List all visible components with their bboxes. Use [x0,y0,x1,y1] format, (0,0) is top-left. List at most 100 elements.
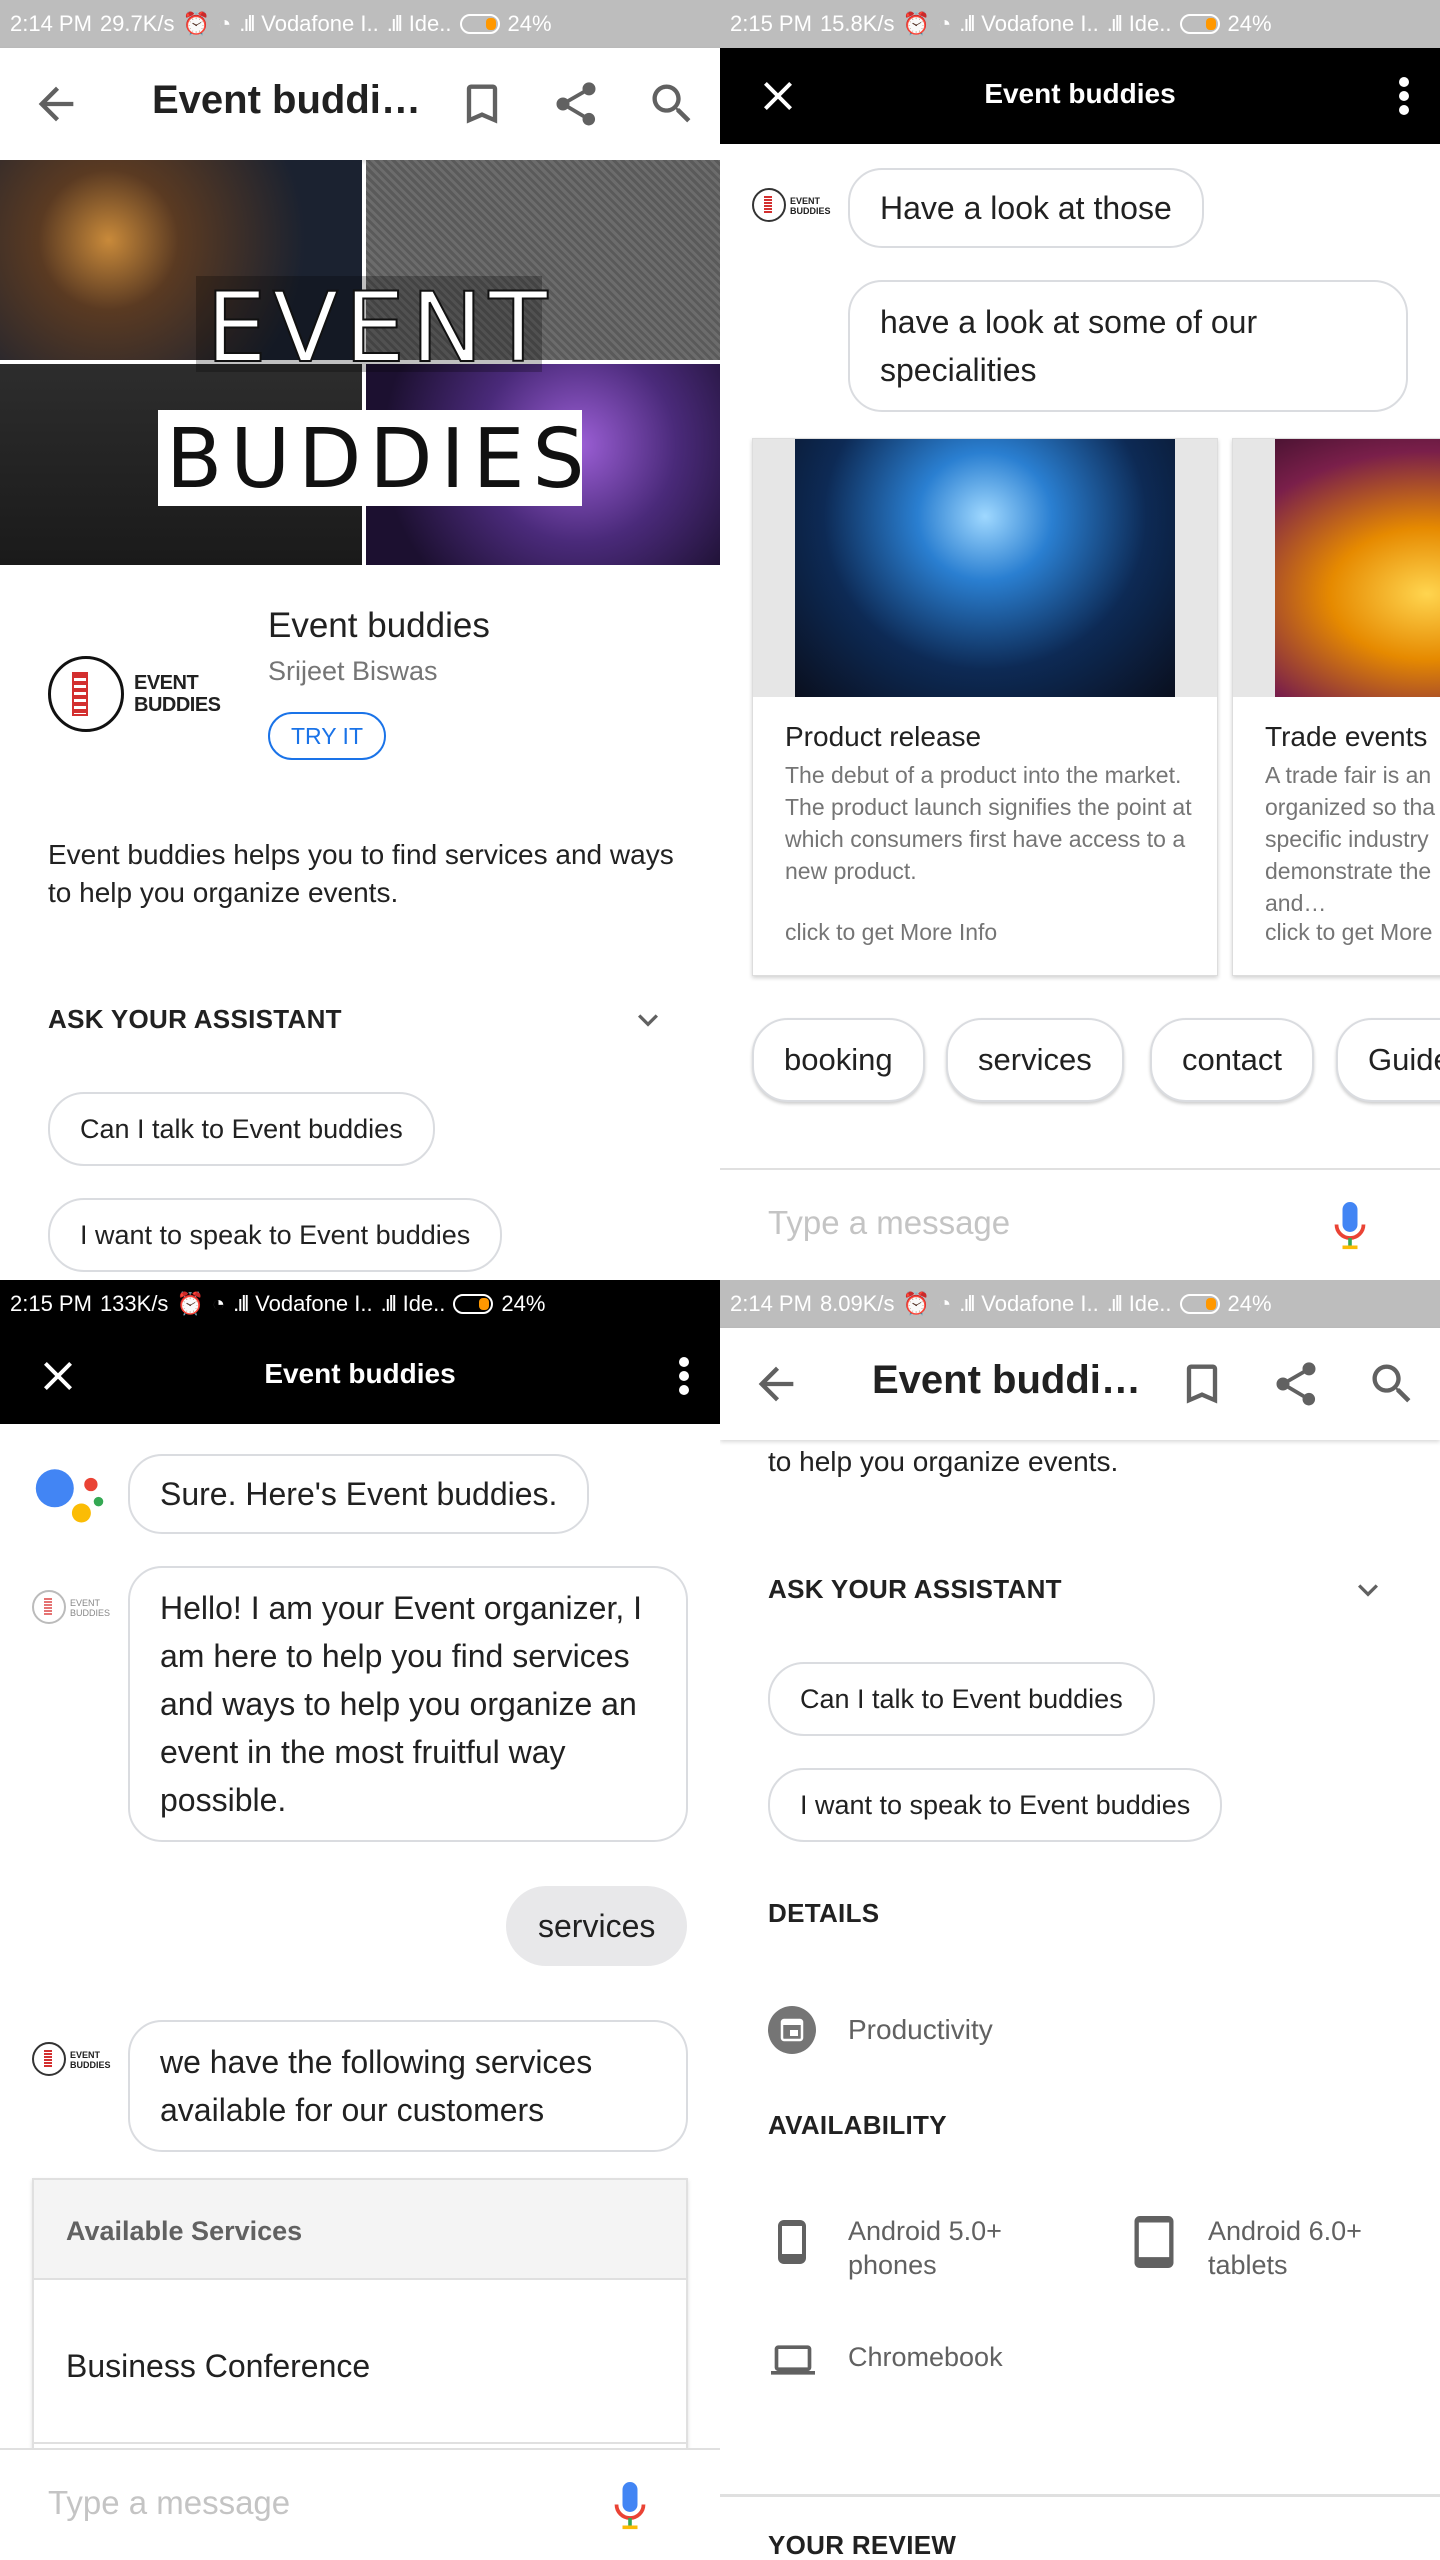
description-tail: to help you organize events. [768,1446,1119,1477]
platform-phones: Android 5.0+ phones [848,2216,1002,2280]
message-input[interactable]: Type a message [768,1204,1010,1242]
card-image [1275,439,1440,697]
alarm-icon: ⏰ [182,11,210,36]
productivity-icon [768,2006,816,2054]
search-icon[interactable] [646,78,698,130]
suggestion-chip[interactable]: contact [1150,1018,1314,1102]
status-time: 2:14 PM [10,11,92,36]
chat-services-panel: 2:15 PM 133K/s ⏰ ◔ .ıll Vodafone I.. .ıl… [0,1280,720,2560]
banner-title-buddies: BUDDIES [166,412,593,507]
app-bar: Event buddi… [0,48,720,160]
logo-text: EVENT [70,1598,101,1608]
services-list-card: Available Services Business Conference [32,2178,688,2478]
bookmark-icon[interactable] [456,78,508,130]
suggestion-chip[interactable]: Can I talk to Event buddies [768,1662,1155,1736]
status-speed: 29.7K/s [99,11,175,36]
card-link[interactable]: click to get More [1265,919,1432,946]
chat-title: Event buddies [984,78,1176,109]
signal-icon: .ıll [1106,1291,1123,1316]
wifi-icon: ◔ [937,1291,952,1316]
status-battery: 24% [1227,1291,1272,1316]
suggestion-chip[interactable]: Can I talk to Event buddies [48,1092,435,1166]
battery-icon [459,14,500,34]
status-bar: 2:14 PM 8.09K/s ⏰ ◔ .ıll Vodafone I.. .ı… [720,1280,1440,1328]
logo-text: BUDDIES [70,1608,111,1618]
message-input[interactable]: Type a message [48,2484,290,2522]
banner-image: EVENT BUDDIES [0,160,720,565]
signal-icon: .ıll [233,1291,249,1316]
list-header: Available Services [66,2216,303,2246]
card-title: Product release [785,721,982,752]
suggestion-chip[interactable]: I want to speak to Event buddies [768,1768,1223,1842]
chevron-down-icon[interactable] [628,1000,668,1040]
logo-text: BUDDIES [134,694,221,716]
store-page-top-panel: 2:14 PM 29.7K/s ⏰ ◔ .ıll Vodafone I.. .ı… [0,0,720,1280]
chat-header: Event buddies [0,1328,720,1424]
availability-heading: AVAILABILITY [768,2110,947,2140]
logo-text: BUDDIES [70,2060,111,2070]
wifi-icon: ◔ [217,11,232,36]
card-description: A trade fair is an organized so tha spec… [1265,762,1436,916]
chevron-down-icon[interactable] [1348,1570,1388,1610]
signal-icon: .ıll [239,11,255,36]
details-heading: DETAILS [768,1898,880,1928]
platform-tablets: Android 6.0+ tablets [1208,2216,1362,2280]
more-vert-icon[interactable] [676,1352,692,1400]
status-speed: 15.8K/s [819,11,895,36]
mic-icon[interactable] [1332,1198,1368,1254]
card-description: The debut of a product into the market. … [785,762,1192,884]
back-arrow-icon[interactable] [750,1358,802,1410]
status-time: 2:15 PM [10,1291,92,1316]
ask-assistant-heading: ASK YOUR ASSISTANT [48,1004,342,1034]
search-icon[interactable] [1366,1358,1418,1410]
signal-icon: .ıll [1106,11,1123,36]
wifi-icon: ◔ [937,11,952,36]
chat-header: Event buddies [720,48,1440,144]
app-logo: EVENT BUDDIES [48,650,228,732]
suggestion-chip[interactable]: Guide [1336,1018,1440,1102]
status-carrier: Ide.. [1128,11,1172,36]
suggestion-chip[interactable]: I want to speak to Event buddies [48,1198,503,1272]
try-it-button[interactable]: TRY IT [268,712,386,760]
platform-chromebook: Chromebook [848,2342,1003,2372]
ask-assistant-heading: ASK YOUR ASSISTANT [768,1574,1062,1604]
card-link[interactable]: click to get More Info [785,919,997,946]
share-icon[interactable] [550,78,602,130]
suggestion-chip[interactable]: booking [752,1018,925,1102]
signal-icon: .ıll [959,1291,975,1316]
status-carrier: Vodafone I.. [261,11,379,36]
message-input-bar: Type a message [0,2448,720,2560]
bot-message: Have a look at those [848,168,1204,248]
store-page-bottom-panel: 2:14 PM 8.09K/s ⏰ ◔ .ıll Vodafone I.. .ı… [720,1280,1440,2560]
battery-icon [1179,1294,1220,1314]
wifi-icon: ◔ [211,1291,226,1316]
bot-message: we have the following services available… [128,2020,688,2152]
mic-icon[interactable] [612,2478,648,2534]
card-image [795,439,1175,697]
google-assistant-icon [35,1469,104,1523]
status-speed: 133K/s [99,1291,169,1316]
status-time: 2:14 PM [730,1291,812,1316]
carousel-card[interactable]: Product release The debut of a product i… [752,438,1218,976]
category-label[interactable]: Productivity [848,2014,993,2046]
back-arrow-icon[interactable] [30,78,82,130]
status-carrier: Vodafone I.. [981,1291,1099,1316]
banner-title-event: EVENT [205,271,554,385]
signal-icon: .ıll [380,1291,397,1316]
list-item[interactable]: Business Conference [66,2348,370,2385]
bot-message: Hello! I am your Event organizer, I am h… [128,1566,688,1842]
status-carrier: Vodafone I.. [255,1291,373,1316]
your-review-heading: YOUR REVIEW [768,2530,957,2560]
status-carrier: Ide.. [1128,1291,1172,1316]
share-icon[interactable] [1270,1358,1322,1410]
suggestion-chip[interactable]: services [946,1018,1124,1102]
divider [720,2494,1440,2497]
alarm-icon: ⏰ [176,1291,204,1316]
user-message: services [506,1886,688,1966]
more-vert-icon[interactable] [1396,72,1412,120]
app-description: Event buddies helps you to find services… [48,839,674,908]
logo-text: EVENT [790,196,821,206]
battery-icon [453,1294,494,1314]
carousel-card[interactable]: Trade events A trade fair is an organize… [1232,438,1440,976]
bookmark-icon[interactable] [1176,1358,1228,1410]
